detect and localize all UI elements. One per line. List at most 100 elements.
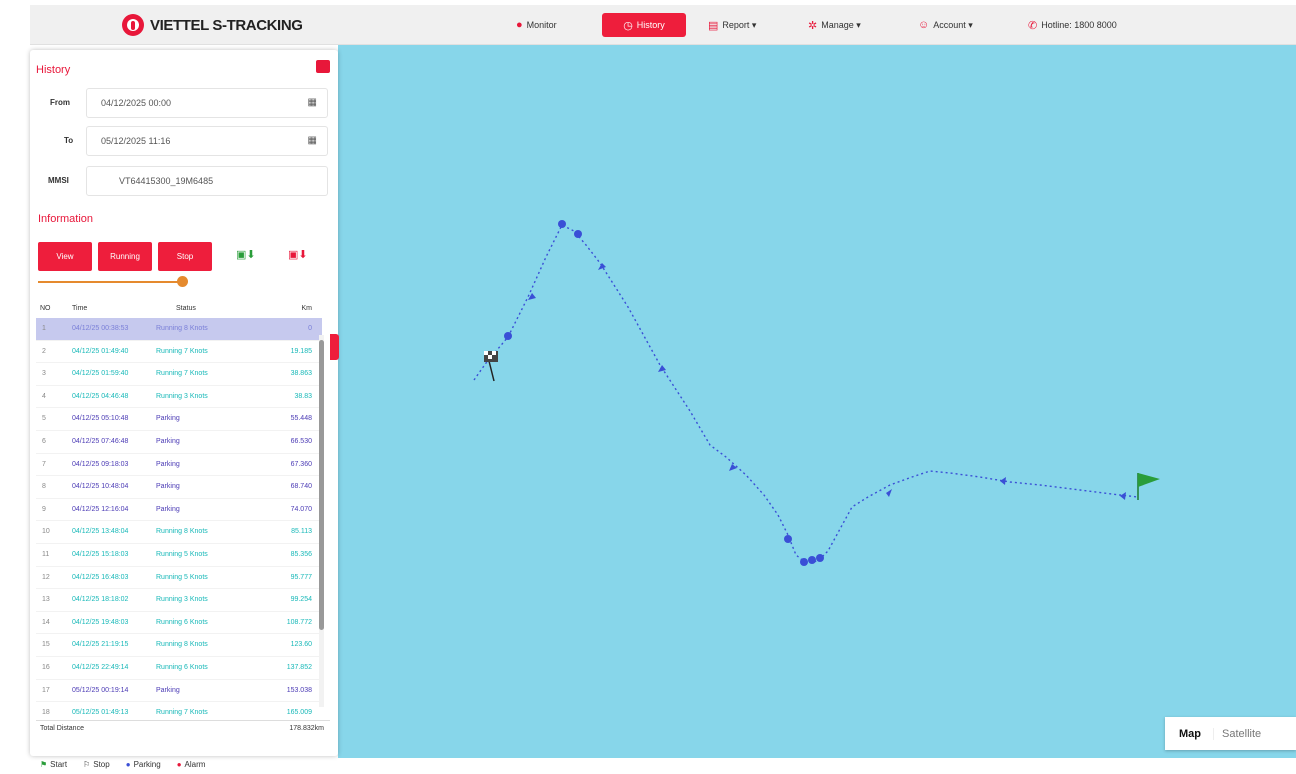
table-row[interactable]: 4 04/12/25 04:46:48 Running 3 Knots 38.83 [36, 386, 322, 409]
cell-no: 13 [42, 596, 50, 604]
nav-history[interactable]: ◷ History [602, 13, 686, 37]
table-row[interactable]: 13 04/12/25 18:18:02 Running 3 Knots 99.254 [36, 589, 322, 612]
table-row[interactable]: 3 04/12/25 01:59:40 Running 7 Knots 38.863 [36, 363, 322, 386]
running-button[interactable]: Running [98, 242, 152, 271]
nav-monitor[interactable]: ● Monitor [508, 13, 565, 37]
history-table: 1 04/12/25 00:38:53 Running 8 Knots 0 2 04/12… [36, 318, 322, 718]
table-row[interactable]: 11 04/12/25 15:18:03 Running 5 Knots 85.356 [36, 544, 322, 567]
cell-status: Running 8 Knots [156, 325, 208, 332]
viettel-logo-icon [122, 14, 144, 36]
app-logo[interactable]: VIETTEL S-TRACKING [122, 14, 303, 36]
cell-status: Running 8 Knots [156, 641, 208, 649]
table-row[interactable]: 1 04/12/25 00:38:53 Running 8 Knots 0 [36, 318, 322, 341]
map-type-toggle: Map Satellite [1165, 717, 1296, 750]
parking-markers [504, 220, 824, 566]
table-row[interactable]: 6 04/12/25 07:46:48 Parking 66.530 [36, 431, 322, 454]
nav-history-label: History [636, 20, 665, 30]
cell-time: 04/12/25 16:48:03 [72, 573, 129, 581]
cell-no: 8 [42, 483, 46, 491]
stop-flag-check [492, 351, 496, 355]
direction-arrow [729, 464, 737, 471]
calendar-icon[interactable]: ▦ [308, 135, 317, 146]
nav-manage[interactable]: ✲ Manage ▾ [800, 13, 869, 37]
view-button[interactable]: View [38, 242, 92, 271]
col-no: NO [40, 305, 51, 312]
playback-slider[interactable] [38, 281, 186, 283]
collapse-panel-handle[interactable] [330, 334, 339, 360]
to-date-input[interactable]: 05/12/2025 11:16 ▦ [86, 126, 328, 156]
direction-arrows [528, 263, 1126, 500]
parking-marker [558, 220, 566, 228]
table-row[interactable]: 16 04/12/25 22:49:14 Running 6 Knots 137.85… [36, 657, 322, 680]
cell-status: Running 8 Knots [156, 528, 208, 536]
table-row[interactable]: 14 04/12/25 19:48:03 Running 6 Knots 108.77… [36, 612, 322, 635]
legend-stop-label: Stop [93, 760, 110, 769]
direction-arrow [658, 365, 666, 372]
direction-arrow [598, 263, 606, 270]
stop-flag-icon [484, 351, 498, 382]
nav-account[interactable]: ☺ Account ▾ [910, 13, 981, 37]
cell-time: 04/12/25 09:18:03 [72, 460, 129, 468]
parking-pin-icon: ● [125, 760, 131, 769]
direction-arrow [1120, 492, 1126, 500]
cell-km: 137.852 [286, 663, 312, 671]
cell-km: 165.009 [286, 709, 312, 717]
cell-km: 55.448 [290, 415, 312, 423]
table-row[interactable]: 18 05/12/25 01:49:13 Running 7 Knots 165.00… [36, 702, 322, 718]
satellite-button[interactable]: Satellite [1213, 727, 1269, 740]
table-row[interactable]: 12 04/12/25 16:48:03 Running 5 Knots 95.777 [36, 567, 322, 590]
table-row[interactable]: 9 04/12/25 12:16:04 Parking 74.070 [36, 499, 322, 522]
nav-hotline-label: Hotline: 1800 8000 [1041, 20, 1117, 30]
legend-alarm-label: Alarm [184, 760, 206, 769]
stop-button[interactable]: Stop [158, 242, 212, 271]
direction-arrow [1000, 477, 1006, 485]
total-value: 178.832km [289, 725, 324, 732]
export-pdf-icon[interactable]: ▣⬇ [288, 248, 308, 261]
parking-marker [800, 558, 808, 566]
cell-status: Running 7 Knots [156, 370, 208, 378]
nav-hotline[interactable]: ✆ Hotline: 1800 8000 [1020, 13, 1125, 37]
cell-no: 12 [42, 573, 50, 581]
cell-time: 04/12/25 01:49:40 [72, 347, 129, 355]
device-select[interactable]: VT64415300_19M6485 [86, 166, 328, 196]
cell-km: 85.356 [290, 550, 312, 558]
cell-km: 99.254 [290, 596, 312, 604]
from-date-input[interactable]: 04/12/2025 00:00 ▦ [86, 88, 328, 118]
map-button[interactable]: Map [1165, 728, 1213, 740]
map-canvas[interactable] [338, 45, 1296, 758]
cell-km: 19.185 [290, 347, 312, 355]
cell-km: 153.038 [286, 686, 312, 694]
calendar-icon[interactable]: ▦ [308, 97, 317, 108]
table-row[interactable]: 10 04/12/25 13:48:04 Running 8 Knots 85.113 [36, 521, 322, 544]
parking-marker [816, 554, 824, 562]
table-row[interactable]: 2 04/12/25 01:49:40 Running 7 Knots 19.185 [36, 341, 322, 364]
parking-marker [574, 230, 582, 238]
cell-no: 5 [42, 415, 46, 423]
nav-report[interactable]: ▤ Report ▾ [700, 13, 764, 37]
clock-icon: ◷ [623, 19, 633, 32]
device-label: MMSI [48, 176, 69, 185]
cell-no: 3 [42, 370, 46, 378]
table-scroll-thumb[interactable] [319, 340, 324, 630]
cell-status: Running 5 Knots [156, 550, 208, 558]
user-icon: ☺ [918, 19, 930, 31]
cell-no: 4 [42, 392, 46, 400]
cell-status: Parking [156, 437, 180, 445]
cell-status: Parking [156, 460, 180, 468]
cell-status: Running 5 Knots [156, 573, 208, 581]
export-icon[interactable] [316, 60, 330, 73]
playback-slider-handle[interactable] [177, 276, 188, 287]
table-row[interactable]: 8 04/12/25 10:48:04 Parking 68.740 [36, 476, 322, 499]
cell-km: 108.772 [286, 618, 312, 626]
export-excel-icon[interactable]: ▣⬇ [236, 248, 256, 261]
alarm-pin-icon: ● [176, 760, 182, 769]
route-path [473, 224, 1139, 564]
table-row[interactable]: 7 04/12/25 09:18:03 Parking 67.360 [36, 454, 322, 477]
start-flag-icon: ⚑ [40, 760, 48, 769]
table-row[interactable]: 5 04/12/25 05:10:48 Parking 55.448 [36, 408, 322, 431]
table-row[interactable]: 15 04/12/25 21:19:15 Running 8 Knots 123.60 [36, 634, 322, 657]
cell-time: 04/12/25 18:18:02 [72, 596, 129, 604]
globe-icon: ● [516, 19, 523, 31]
cell-time: 04/12/25 19:48:03 [72, 618, 129, 626]
table-row[interactable]: 17 05/12/25 00:19:14 Parking 153.038 [36, 680, 322, 703]
